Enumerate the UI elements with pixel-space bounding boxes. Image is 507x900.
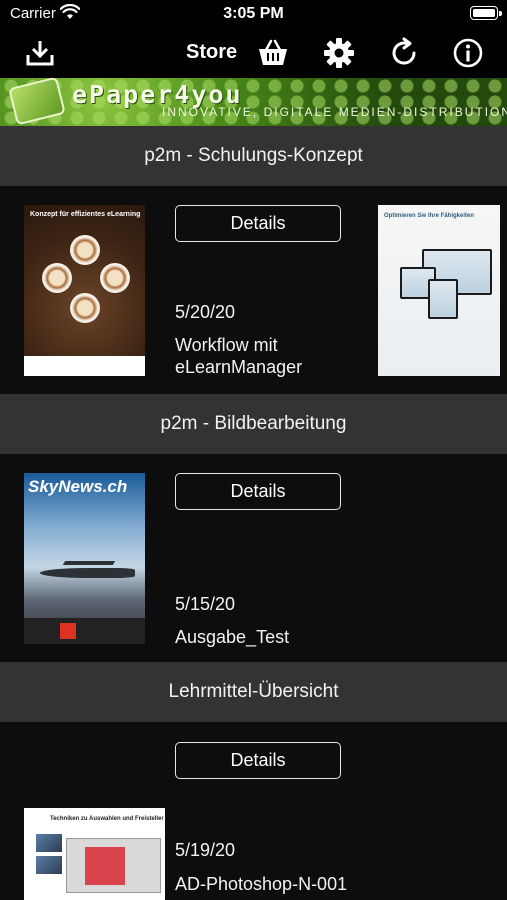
refresh-icon[interactable] [387, 36, 421, 70]
tablet-image [428, 279, 458, 319]
cover-footer [24, 618, 145, 644]
battery-icon [470, 6, 502, 20]
brand-banner: ePaper4you innovative, digitale Medien-D… [0, 78, 507, 126]
issue-date: 5/15/20 [175, 594, 236, 614]
photo-thumbnail [36, 834, 62, 852]
section-header-bildbearbeitung: p2m - Bildbearbeitung [0, 394, 507, 454]
screenshot-image [66, 838, 161, 893]
aircraft-image [40, 568, 135, 578]
issue-title: Ausgabe_Test [175, 627, 290, 647]
magazine-cover[interactable]: Techniken zu Auswahlen und Freisteller [24, 808, 165, 900]
details-button[interactable]: Details [175, 473, 341, 510]
clock: 3:05 PM [223, 5, 284, 22]
toolbar: Store [0, 28, 507, 78]
brand-tagline: innovative, digitale Medien-Distribution [162, 105, 507, 119]
latte-art-image [42, 263, 72, 293]
magazine-cover[interactable]: Optimieren Sie Ihre Fähigkeiten [378, 205, 500, 376]
latte-art-image [70, 293, 100, 323]
details-button[interactable]: Details [175, 205, 341, 242]
section-header-lehrmittel: Lehrmittel-Übersicht [0, 662, 507, 722]
cover-title: Konzept für effizientes eLearning [30, 211, 141, 218]
status-bar: Carrier 3:05 PM [0, 0, 507, 28]
list-item: SkyNews.ch Details 5/15/20 Ausgabe_Test [0, 454, 507, 662]
cover-title: SkyNews.ch [28, 477, 128, 496]
issue-title: Workflow mit eLearnManager [175, 335, 303, 377]
basket-icon[interactable] [256, 36, 290, 70]
magazine-cover[interactable]: SkyNews.ch [24, 473, 145, 644]
latte-art-image [100, 263, 130, 293]
list-item: Details Techniken zu Auswahlen und Freis… [0, 722, 507, 900]
list-item: Konzept für effizientes eLearning Detail… [0, 186, 507, 394]
swiss-flag-icon [60, 623, 76, 639]
gear-icon[interactable] [322, 36, 356, 70]
section-header-schulungs-konzept: p2m - Schulungs-Konzept [0, 126, 507, 186]
latte-art-image [70, 235, 100, 265]
cover-footer [24, 356, 145, 376]
toolbar-title: Store [186, 41, 238, 63]
issue-date: 5/20/20 [175, 302, 236, 322]
download-icon[interactable] [23, 36, 57, 70]
info-icon[interactable] [451, 36, 485, 70]
photo-thumbnail [36, 856, 62, 874]
magazine-cover[interactable]: Konzept für effizientes eLearning [24, 205, 145, 376]
cover-title: Optimieren Sie Ihre Fähigkeiten [384, 213, 475, 219]
issue-title: AD-Photoshop-N-001 [175, 874, 348, 894]
issue-date: 5/19/20 [175, 840, 236, 860]
cover-title: Techniken zu Auswahlen und Freisteller [50, 816, 164, 822]
details-button[interactable]: Details [175, 742, 341, 779]
aircraft-wing-image [62, 561, 116, 565]
